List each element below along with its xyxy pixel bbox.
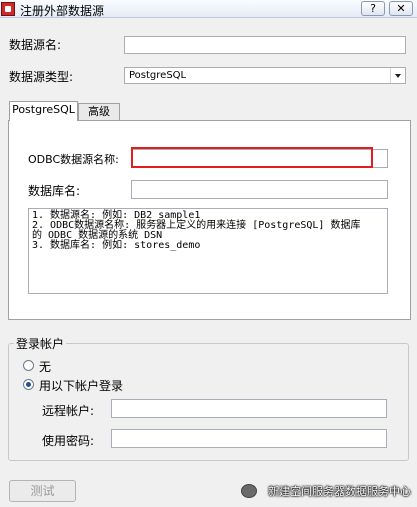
help-button[interactable]: ? <box>361 1 385 16</box>
ds-type-label: 数据源类型: <box>9 70 74 84</box>
ds-name-input[interactable] <box>124 36 406 54</box>
password-label: 使用密码: <box>42 434 95 448</box>
ds-name-label: 数据源名: <box>9 38 62 52</box>
chevron-down-icon[interactable] <box>390 68 405 83</box>
highlight-box <box>131 147 373 168</box>
app-icon <box>1 2 15 16</box>
radio-none-label: 无 <box>39 360 52 374</box>
watermark: 新建空间服务器数据服务中心 <box>268 485 411 498</box>
tab-advanced[interactable]: 高级 <box>78 103 120 121</box>
help-line: 3. 数据库名: 例如: stores_demo <box>32 240 201 251</box>
odbc-name-label: ODBC数据源名称: <box>28 153 119 166</box>
close-button[interactable]: ✕ <box>389 1 413 16</box>
radio-account-label: 用以下帐户登录 <box>39 379 124 393</box>
radio-account[interactable] <box>23 379 34 390</box>
remote-account-input[interactable] <box>111 399 387 418</box>
db-name-label: 数据库名: <box>28 184 81 198</box>
radio-none[interactable] <box>23 360 34 371</box>
login-group-label: 登录帐户 <box>14 335 67 352</box>
tab-postgresql[interactable]: PostgreSQL <box>9 101 78 121</box>
password-input[interactable] <box>111 429 387 448</box>
window-title: 注册外部数据源 <box>20 4 105 18</box>
ds-type-value: PostgreSQL <box>129 70 187 81</box>
help-text-box: 1. 数据源名: 例如: DB2_sample1 2. ODBC数据源名称: 服… <box>28 208 388 294</box>
remote-account-label: 远程帐户: <box>42 404 95 418</box>
ds-type-select[interactable]: PostgreSQL <box>124 67 406 84</box>
db-name-input[interactable] <box>131 180 388 199</box>
wechat-icon <box>241 484 257 498</box>
test-button[interactable]: 测试 <box>9 480 76 502</box>
